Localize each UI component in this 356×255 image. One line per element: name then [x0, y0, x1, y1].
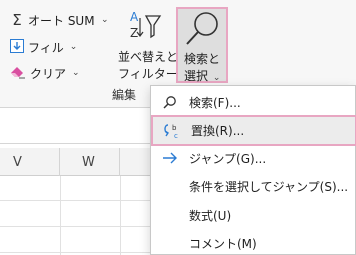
group-label-editing: 編集: [111, 88, 136, 102]
svg-text:Z: Z: [130, 26, 138, 40]
fill-label: フィル: [28, 40, 64, 55]
menu-item-goto[interactable]: ジャンプ(G)...: [151, 144, 356, 172]
arrow-right-icon: [151, 152, 189, 164]
fill-down-icon: [10, 38, 24, 56]
replace-icon: b c: [153, 122, 191, 140]
menu-item-replace[interactable]: b c 置換(R)...: [151, 115, 356, 146]
sort-filter-button[interactable]: A Z 並べ替えと フィルター ⌄: [114, 8, 190, 81]
find-select-label-2: 選択 ⌄: [184, 69, 221, 83]
menu-item-formulas[interactable]: 数式(U): [151, 201, 356, 229]
clear-button[interactable]: クリア ⌄: [10, 63, 80, 83]
svg-text:c: c: [174, 132, 178, 140]
find-select-menu: 検索(F)... b c 置換(R)... ジャンプ(G)... 条件を選択して…: [150, 85, 356, 255]
chevron-down-icon: ⌄: [72, 68, 80, 78]
menu-item-label: ジャンプ(G)...: [189, 151, 267, 166]
magnifier-icon: [184, 10, 222, 51]
search-icon: [151, 95, 189, 109]
clear-label: クリア: [30, 66, 67, 81]
menu-item-label: 置換(R)...: [191, 124, 245, 138]
eraser-icon: [10, 65, 26, 82]
menu-item-goto-special[interactable]: 条件を選択してジャンプ(S)...: [151, 172, 356, 200]
menu-item-label: 数式(U): [189, 208, 232, 223]
chevron-down-icon: ⌄: [69, 42, 78, 52]
find-select-label-1: 検索と: [184, 52, 221, 66]
grid-line: [120, 176, 121, 255]
autosum-dropdown[interactable]: ⌄: [99, 10, 109, 30]
find-select-button[interactable]: 検索と 選択 ⌄: [176, 7, 228, 83]
menu-item-label: コメント(M): [189, 236, 257, 251]
chevron-down-icon: ⌄: [101, 15, 109, 25]
autosum-label: オート SUM: [28, 13, 95, 28]
svg-text:A: A: [130, 10, 139, 24]
column-header-w[interactable]: W: [60, 148, 120, 176]
menu-item-find[interactable]: 検索(F)...: [151, 88, 356, 116]
menu-item-comments[interactable]: コメント(M): [151, 229, 356, 255]
sort-filter-icon: A Z: [128, 8, 162, 45]
fill-button[interactable]: フィル ⌄: [10, 37, 77, 57]
column-header-v[interactable]: V: [0, 148, 60, 176]
autosum-button[interactable]: Σ オート SUM: [10, 10, 95, 30]
sort-filter-label-1: 並べ替えと: [118, 50, 179, 64]
sigma-icon: Σ: [12, 11, 22, 29]
menu-item-label: 条件を選択してジャンプ(S)...: [189, 179, 349, 194]
grid-line: [60, 176, 61, 255]
menu-item-label: 検索(F)...: [189, 95, 241, 110]
svg-text:b: b: [172, 124, 177, 132]
